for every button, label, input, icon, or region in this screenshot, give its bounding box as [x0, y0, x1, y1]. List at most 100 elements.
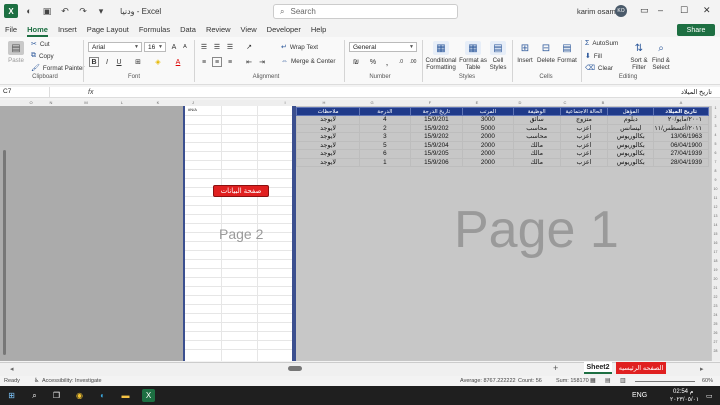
clear-button[interactable]: ⌫ Clear: [585, 64, 613, 73]
cell[interactable]: لايوجد: [295, 132, 361, 142]
language-indicator[interactable]: ENG: [632, 392, 647, 399]
cell[interactable]: ٢٠٠١/مايو/٢٠: [653, 115, 709, 125]
percent-icon[interactable]: %: [368, 57, 378, 67]
row-header[interactable]: 13: [711, 214, 720, 218]
cell[interactable]: بكالوريوس: [607, 132, 655, 142]
increase-font-icon[interactable]: A: [169, 42, 179, 52]
cell[interactable]: 1: [359, 157, 411, 167]
cell[interactable]: 6: [359, 149, 411, 159]
save-icon[interactable]: ▣: [40, 4, 54, 18]
number-format-select[interactable]: General ▼: [349, 42, 417, 52]
cell[interactable]: 2000: [462, 157, 514, 167]
redo-icon[interactable]: ↷: [76, 4, 90, 18]
header-grade[interactable]: الدرجة: [359, 107, 411, 116]
underline-button[interactable]: U: [114, 57, 124, 67]
tab-developer[interactable]: Developer: [262, 22, 306, 37]
cell[interactable]: محاسب: [512, 132, 561, 142]
align-left-icon[interactable]: ≡: [199, 57, 209, 67]
row-header[interactable]: 27: [711, 340, 720, 344]
currency-icon[interactable]: ₪: [351, 57, 361, 67]
row-header[interactable]: 2: [711, 115, 720, 119]
orientation-icon[interactable]: ↗: [244, 42, 254, 52]
cell[interactable]: 3000: [462, 115, 514, 125]
vertical-scrollbar[interactable]: [3, 150, 6, 355]
tab-help[interactable]: Help: [306, 22, 331, 37]
user-name[interactable]: karim osama: [577, 7, 620, 16]
status-count[interactable]: Count: 56: [518, 378, 542, 384]
fill-color-icon[interactable]: ◈: [153, 57, 163, 67]
cell[interactable]: لايوجد: [295, 115, 361, 125]
header-grade-date[interactable]: تاريخ الدرجة: [409, 107, 464, 116]
row-header[interactable]: 18: [711, 259, 720, 263]
cell[interactable]: لايوجد: [295, 149, 361, 159]
scroll-tabs-left-icon[interactable]: ◂: [10, 365, 14, 373]
row-header[interactable]: 11: [711, 196, 720, 200]
tab-view[interactable]: View: [236, 22, 262, 37]
status-sum[interactable]: Sum: 158170: [556, 378, 589, 384]
customize-toolbar-icon[interactable]: ▾: [94, 4, 108, 18]
task-view-icon[interactable]: ❐: [50, 389, 63, 402]
windows-start-icon[interactable]: ⊞: [5, 389, 18, 402]
cell[interactable]: 13/06/1963: [653, 132, 709, 142]
row-header[interactable]: 26: [711, 331, 720, 335]
non-print-area[interactable]: [0, 106, 183, 361]
bold-button[interactable]: B: [89, 57, 99, 67]
clock-date[interactable]: ٢٠٢٣/٠٥/٠١: [670, 396, 699, 403]
cell[interactable]: اعزب: [559, 132, 609, 142]
cell[interactable]: مالك: [512, 140, 561, 150]
cell[interactable]: بكالوريوس: [607, 149, 655, 159]
horizontal-scrollbar[interactable]: [288, 366, 302, 371]
cell[interactable]: ليسانس: [607, 123, 655, 133]
copy-button[interactable]: ⧉ Copy: [31, 52, 54, 60]
chrome-icon[interactable]: ◉: [73, 389, 86, 402]
cell[interactable]: 15/9/205: [409, 149, 464, 159]
align-middle-icon[interactable]: ☰: [212, 42, 222, 52]
insert-cells-button[interactable]: ⊞ Insert: [515, 41, 535, 64]
excel-taskbar-icon[interactable]: X: [142, 389, 155, 402]
tab-insert[interactable]: Insert: [53, 22, 82, 37]
merge-center-button[interactable]: ⇔ Merge & Center: [281, 58, 335, 65]
delete-cells-button[interactable]: ⊟ Delete: [536, 41, 556, 64]
tab-page-layout[interactable]: Page Layout: [82, 22, 134, 37]
format-painter-button[interactable]: 🖌 Format Painter: [31, 64, 85, 73]
cell[interactable]: 5: [359, 140, 411, 150]
header-job[interactable]: الوظيفة: [512, 107, 561, 116]
share-button[interactable]: Share: [677, 24, 715, 36]
cell[interactable]: مالك: [512, 149, 561, 159]
cell[interactable]: 06/04/1900: [653, 140, 709, 150]
fx-icon[interactable]: fx: [88, 89, 93, 96]
cell[interactable]: بكالوريوس: [607, 140, 655, 150]
row-header[interactable]: 12: [711, 205, 720, 209]
search-input[interactable]: ⌕ Search: [273, 4, 458, 19]
search-icon[interactable]: ⌕: [28, 389, 41, 402]
cell[interactable]: اعزب: [559, 149, 609, 159]
notification-icon[interactable]: ▭: [706, 392, 713, 400]
decrease-indent-icon[interactable]: ⇤: [244, 57, 254, 67]
align-top-icon[interactable]: ☰: [199, 42, 209, 52]
cell[interactable]: 15/9/206: [409, 157, 464, 167]
cell[interactable]: محاسب: [512, 123, 561, 133]
header-birth-date[interactable]: تاريخ الميلاد: [653, 107, 709, 116]
undo-icon[interactable]: ↶: [58, 4, 72, 18]
data-page-button[interactable]: صفحة البيانات: [213, 185, 269, 197]
cell[interactable]: مالك: [512, 157, 561, 167]
find-select-button[interactable]: ⌕ Find & Select: [650, 41, 672, 71]
borders-icon[interactable]: ⊞: [133, 57, 143, 67]
paste-button[interactable]: ▤ Paste: [8, 41, 24, 64]
edge-icon[interactable]: ◐: [96, 389, 109, 402]
font-name-select[interactable]: Arial ▼: [88, 42, 142, 52]
cell[interactable]: 15/9/202: [409, 123, 464, 133]
align-right-icon[interactable]: ≡: [225, 57, 235, 67]
row-header[interactable]: 15: [711, 232, 720, 236]
cell[interactable]: 2000: [462, 132, 514, 142]
header-salary[interactable]: المرتب: [462, 107, 514, 116]
header-qualification[interactable]: المؤهل: [607, 107, 655, 116]
cell[interactable]: 5000: [462, 123, 514, 133]
row-header[interactable]: 10: [711, 187, 720, 191]
align-center-icon[interactable]: ≡: [212, 57, 222, 67]
row-header[interactable]: 7: [711, 160, 720, 164]
cell[interactable]: لايوجد: [295, 140, 361, 150]
sheet-tab-main[interactable]: الصفحه الرئيسيه: [616, 362, 666, 374]
cell[interactable]: 4: [359, 115, 411, 125]
cell[interactable]: اعزب: [559, 157, 609, 167]
